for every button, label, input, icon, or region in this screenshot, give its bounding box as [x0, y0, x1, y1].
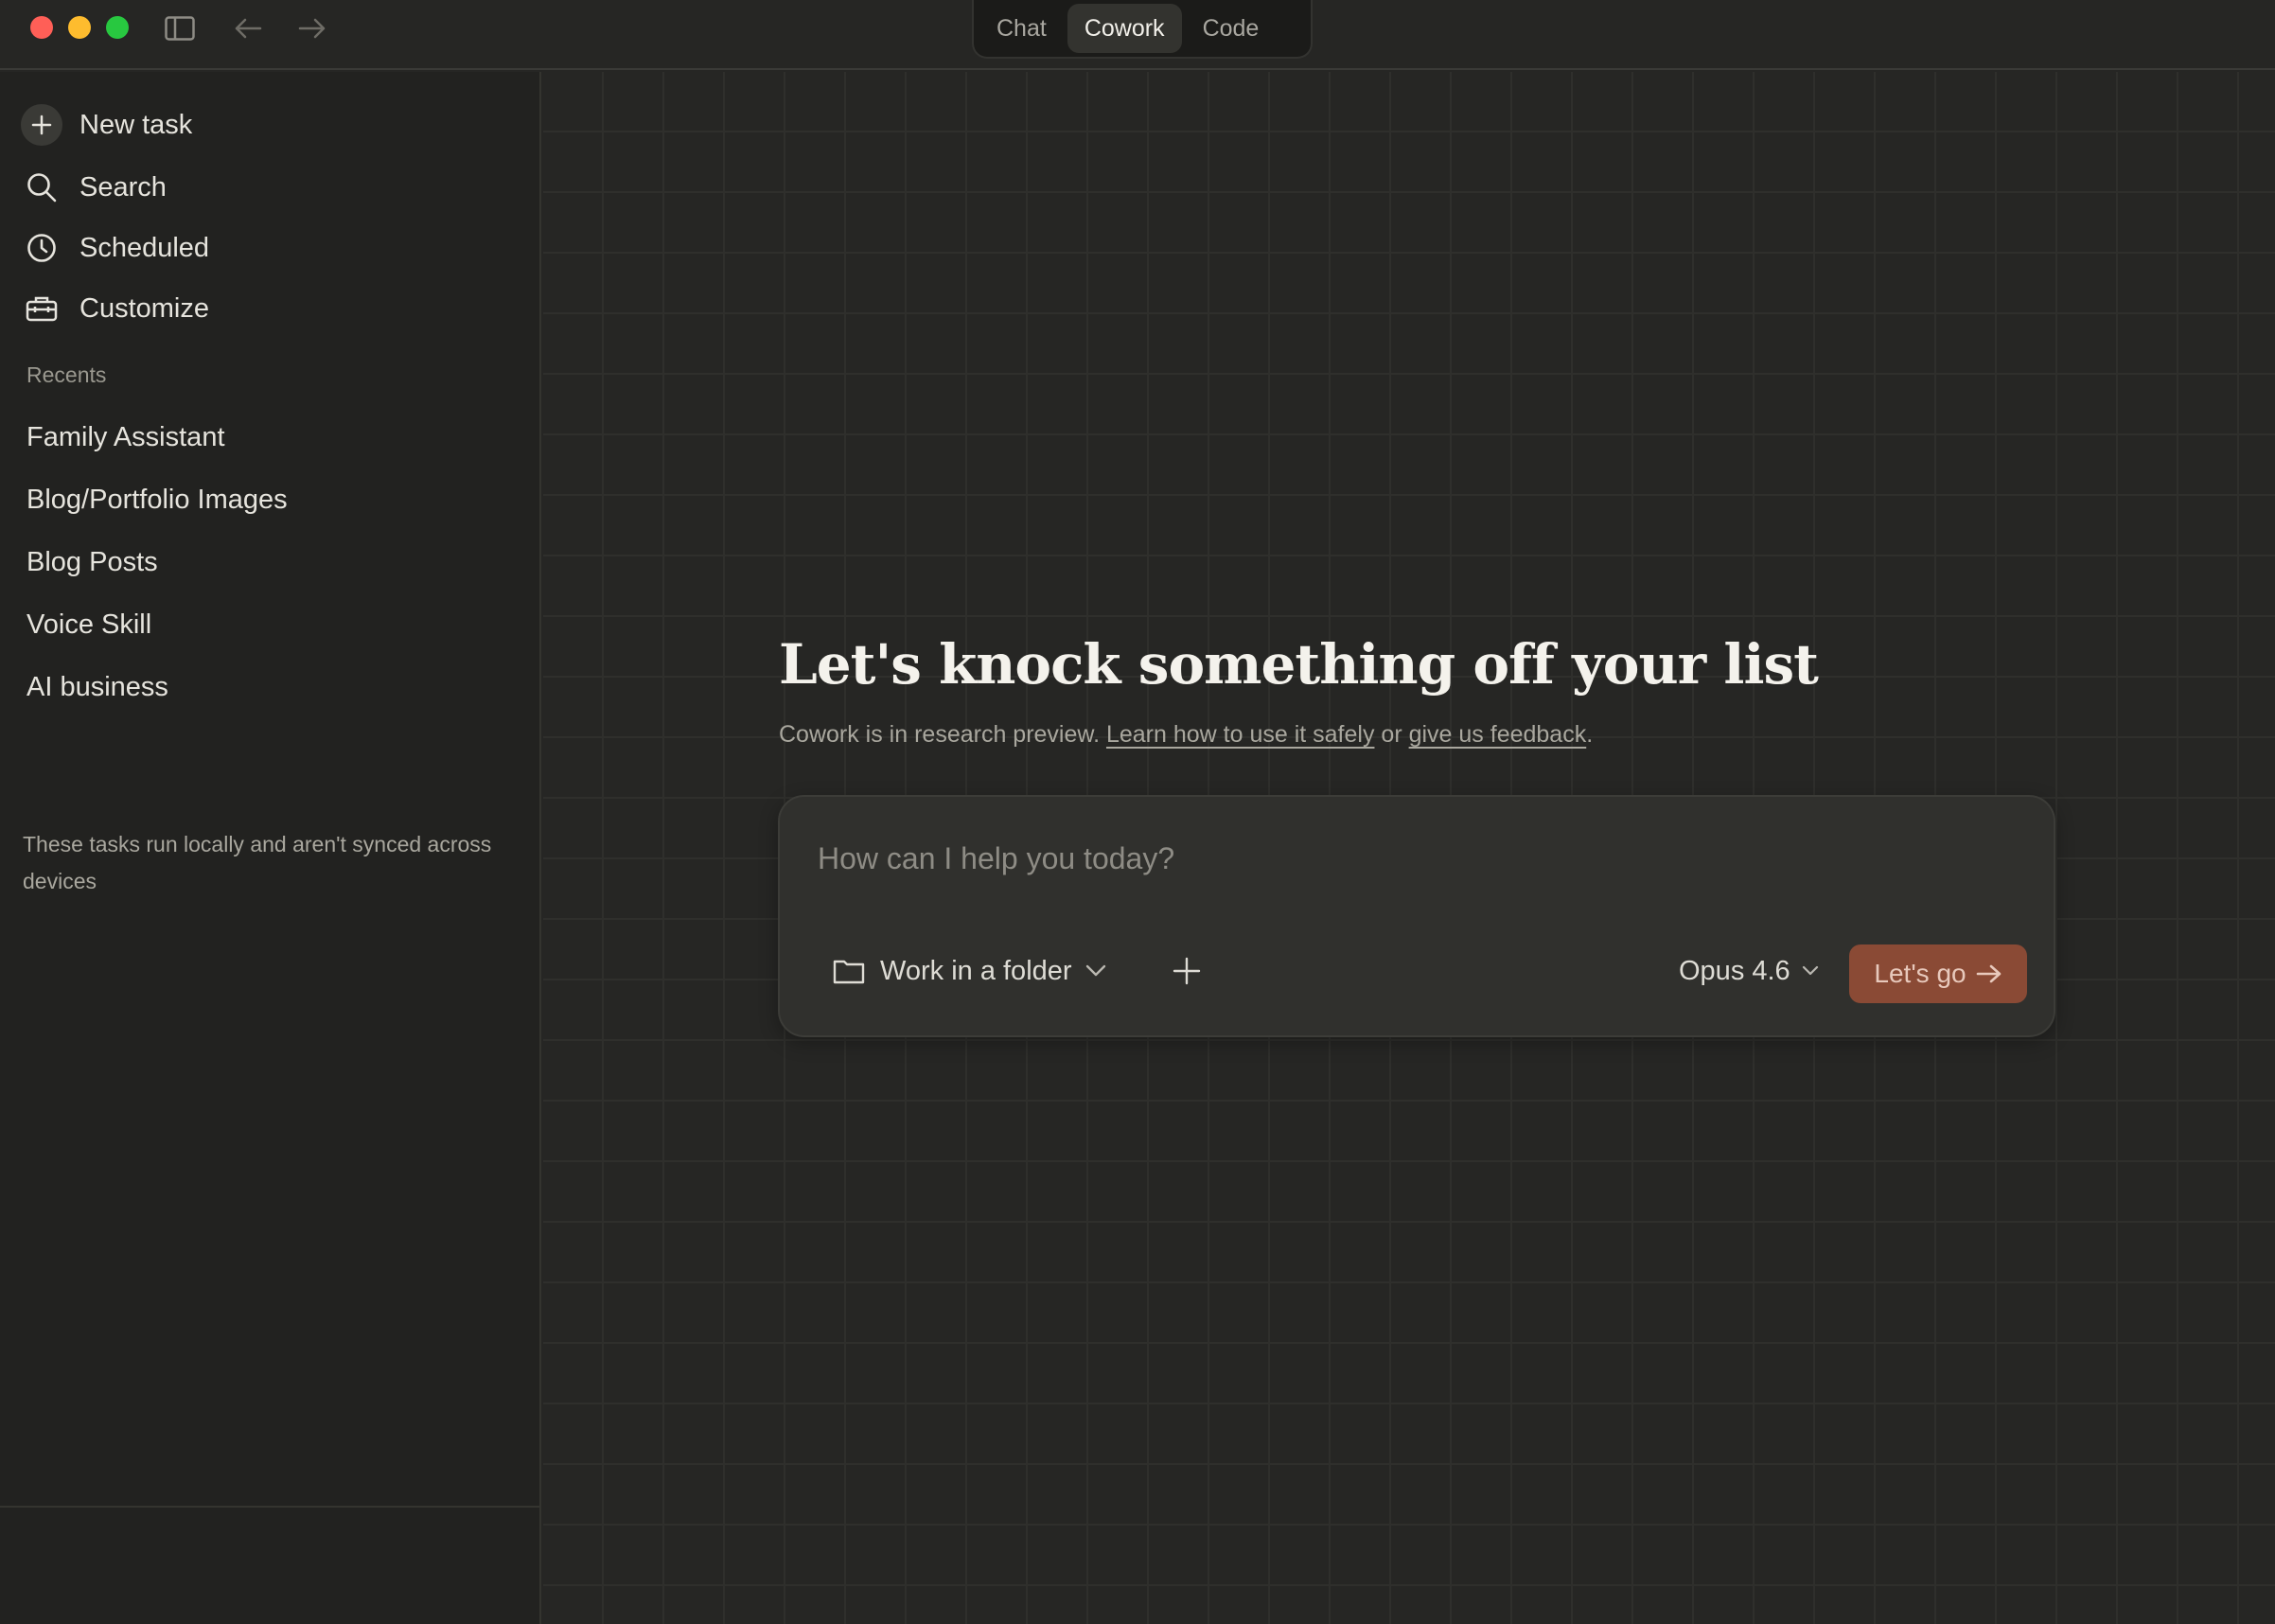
- page-title: Let's knock something off your list: [779, 632, 1819, 697]
- notice-text: Cowork is in research preview.: [779, 721, 1106, 748]
- forward-arrow-icon[interactable]: [295, 11, 329, 45]
- model-selector[interactable]: Opus 4.6: [1679, 949, 1819, 993]
- recent-item[interactable]: AI business: [26, 672, 168, 703]
- sidebar-item-label: New task: [79, 109, 193, 140]
- prompt-input[interactable]: [818, 835, 1953, 882]
- add-attachment-button[interactable]: [1168, 952, 1206, 990]
- research-preview-notice: Cowork is in research preview. Learn how…: [779, 721, 1593, 749]
- search-icon: [21, 167, 62, 208]
- plus-icon: [1173, 957, 1201, 985]
- work-in-folder-button[interactable]: Work in a folder: [833, 949, 1106, 993]
- title-bar: Chat Cowork Code: [0, 0, 2275, 70]
- briefcase-icon: [21, 288, 62, 329]
- toggle-sidebar-icon[interactable]: [163, 11, 197, 45]
- recents-heading: Recents: [26, 362, 107, 387]
- sidebar-item-label: Customize: [79, 292, 209, 324]
- recent-item[interactable]: Blog/Portfolio Images: [26, 485, 288, 516]
- sidebar-item-search[interactable]: Search: [21, 163, 167, 212]
- local-tasks-note: These tasks run locally and aren't synce…: [23, 832, 492, 893]
- learn-safely-link[interactable]: Learn how to use it safely: [1106, 721, 1375, 748]
- sidebar-item-scheduled[interactable]: Scheduled: [21, 223, 209, 273]
- sidebar-item-label: Scheduled: [79, 232, 210, 263]
- recent-item[interactable]: Voice Skill: [26, 609, 151, 641]
- maximize-window-button[interactable]: [106, 16, 129, 39]
- arrow-right-icon: [1976, 963, 2002, 984]
- notice-text: .: [1586, 721, 1594, 748]
- tab-cowork[interactable]: Cowork: [1067, 4, 1182, 53]
- clock-icon: [21, 227, 62, 269]
- folder-icon: [833, 958, 865, 984]
- recent-item[interactable]: Blog Posts: [26, 547, 158, 578]
- sidebar: New task Search Scheduled Customize Rece…: [0, 72, 541, 1624]
- chevron-down-icon: [1802, 965, 1819, 977]
- model-selector-label: Opus 4.6: [1679, 955, 1790, 986]
- mode-switcher: Chat Cowork Code: [972, 0, 1313, 59]
- recent-item[interactable]: Family Assistant: [26, 422, 225, 453]
- minimize-window-button[interactable]: [68, 16, 91, 39]
- tab-chat[interactable]: Chat: [979, 4, 1064, 53]
- submit-button-label: Let's go: [1874, 959, 1966, 988]
- folder-button-label: Work in a folder: [880, 955, 1072, 986]
- sidebar-item-new-task[interactable]: New task: [21, 100, 192, 150]
- chevron-down-icon: [1085, 964, 1106, 978]
- sidebar-item-customize[interactable]: Customize: [21, 284, 209, 333]
- notice-text: or: [1374, 721, 1409, 748]
- submit-button[interactable]: Let's go: [1849, 944, 2027, 1003]
- close-window-button[interactable]: [30, 16, 53, 39]
- prompt-composer: Work in a folder Opus 4.6 Let's go: [778, 795, 2055, 1037]
- tab-code[interactable]: Code: [1186, 4, 1277, 53]
- sidebar-divider: [0, 1506, 541, 1508]
- sidebar-item-label: Search: [79, 171, 167, 203]
- back-arrow-icon[interactable]: [231, 11, 265, 45]
- feedback-link[interactable]: give us feedback: [1409, 721, 1587, 748]
- plus-icon: [21, 104, 62, 146]
